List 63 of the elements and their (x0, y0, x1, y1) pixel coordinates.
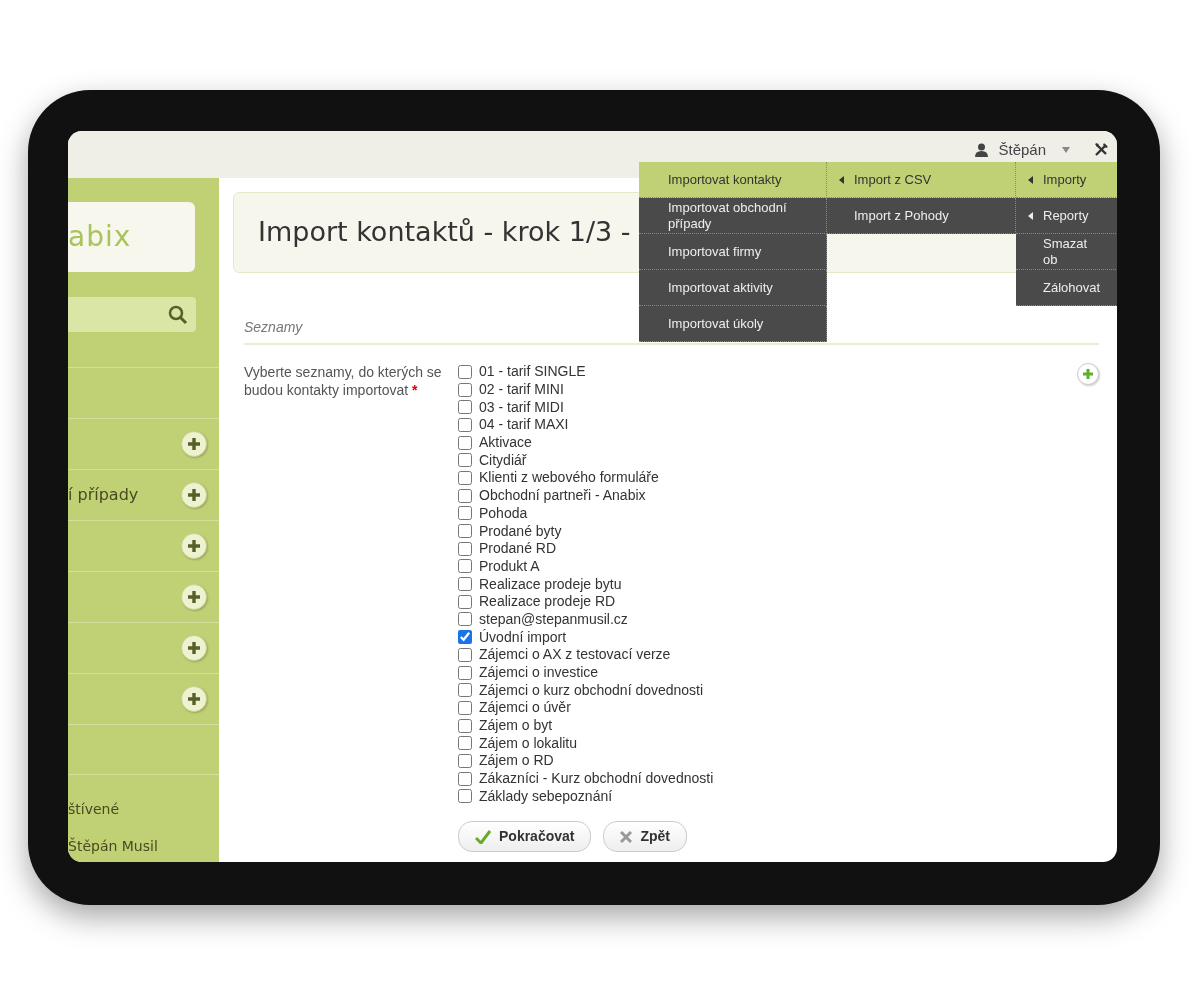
checkbox[interactable] (458, 577, 472, 592)
close-icon (620, 830, 633, 843)
checkbox[interactable] (458, 718, 472, 733)
checkbox[interactable] (458, 541, 472, 556)
checkbox[interactable] (458, 630, 472, 645)
plus-icon (187, 692, 201, 706)
plus-icon (187, 539, 201, 553)
checkbox[interactable] (458, 771, 472, 786)
checkbox[interactable] (458, 789, 472, 804)
plus-icon (187, 641, 201, 655)
checkbox[interactable] (458, 647, 472, 662)
menu-item[interactable]: Smazat ob (1016, 234, 1117, 270)
menu-item[interactable]: Importovat firmy (639, 234, 827, 270)
plus-icon (187, 590, 201, 604)
menu-item[interactable]: Importy (1016, 162, 1117, 198)
checkbox[interactable] (458, 700, 472, 715)
menu-item[interactable]: Import z CSV (827, 162, 1016, 198)
checkbox[interactable] (458, 453, 472, 468)
add-button[interactable] (181, 635, 207, 661)
add-button[interactable] (181, 686, 207, 712)
add-button[interactable] (181, 482, 207, 508)
plus-icon (187, 437, 201, 451)
checkbox[interactable] (458, 559, 472, 574)
plus-icon (187, 488, 201, 502)
checkbox[interactable] (458, 736, 472, 751)
checkbox[interactable] (458, 364, 472, 379)
menu-item[interactable]: Reporty (1016, 198, 1117, 234)
search-field[interactable] (68, 297, 196, 332)
add-button[interactable] (1077, 363, 1099, 385)
back-button[interactable]: Zpět (603, 821, 688, 853)
add-button[interactable] (181, 533, 207, 559)
checkbox[interactable] (458, 594, 472, 609)
checkbox[interactable] (458, 753, 472, 768)
continue-button[interactable]: Pokračovat (458, 821, 592, 853)
menu-item[interactable]: Zálohovat (1016, 270, 1117, 306)
sidebar-link[interactable]: Štěpán Musil (68, 836, 219, 857)
checkbox[interactable] (458, 400, 472, 415)
checkbox[interactable] (458, 488, 472, 503)
checkbox[interactable] (458, 683, 472, 698)
add-button[interactable] (181, 431, 207, 457)
menu-item[interactable]: Importovat aktivity (639, 270, 827, 306)
field-label: Vyberte seznamy, do kterých se budou kontakty importovat * (244, 363, 443, 400)
add-button[interactable] (181, 584, 207, 610)
sidebar-heading: štívené (68, 800, 121, 819)
checkbox[interactable] (458, 506, 472, 521)
checkbox[interactable] (458, 435, 472, 450)
user-icon (975, 143, 989, 157)
check-icon (475, 829, 491, 844)
menu-item[interactable]: Importovat úkoly (639, 306, 827, 342)
sidebar-label[interactable]: í případy (68, 483, 139, 507)
checkbox[interactable] (458, 470, 472, 485)
search-icon[interactable] (168, 304, 188, 325)
checkbox[interactable] (458, 524, 472, 539)
checkbox[interactable] (458, 417, 472, 432)
checkbox[interactable] (458, 665, 472, 680)
checkbox[interactable] (458, 612, 472, 627)
menu-item[interactable]: Importovat kontakty (639, 162, 827, 198)
plus-icon (1082, 368, 1094, 380)
caret-icon[interactable] (1062, 147, 1070, 153)
page-title: Import kontaktů - krok 1/3 - (258, 215, 631, 250)
user-menu[interactable]: Štěpán (998, 139, 1046, 162)
sidebar-item[interactable]: í případy (68, 469, 219, 520)
checkbox[interactable] (458, 382, 472, 397)
